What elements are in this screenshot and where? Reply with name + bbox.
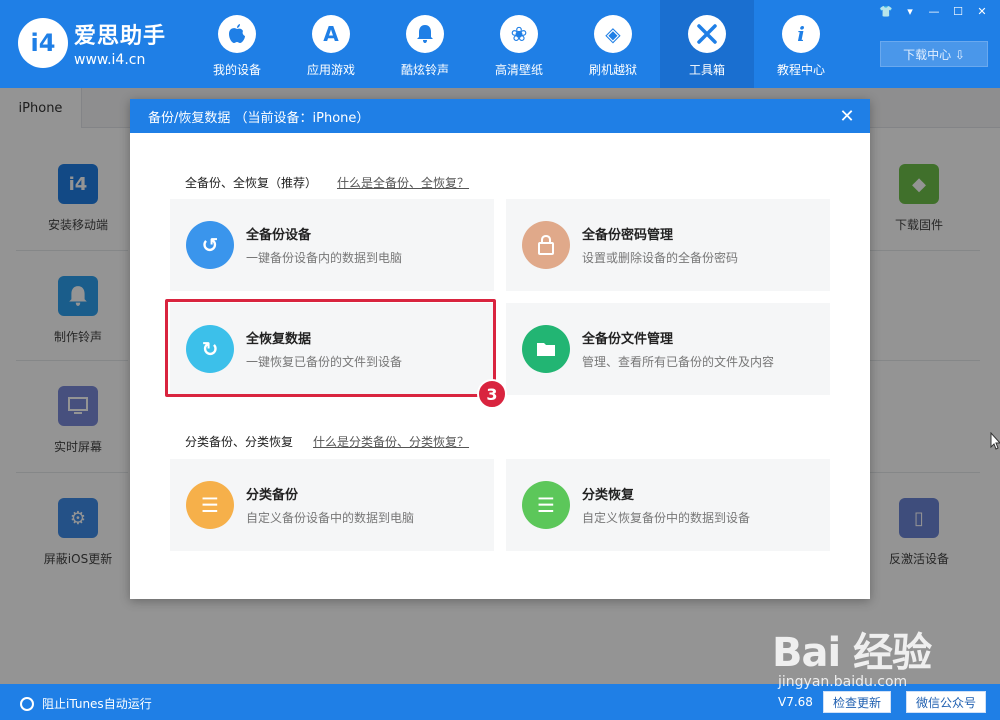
nav-tutorials[interactable]: i 教程中心 [754, 0, 848, 88]
block-itunes-toggle[interactable]: 阻止iTunes自动运行 [20, 695, 152, 712]
nav-my-device[interactable]: 我的设备 [190, 0, 284, 88]
dialog-title-bar: 备份/恢复数据 （当前设备：iPhone） ✕ [130, 99, 870, 133]
maximize-icon[interactable]: ☐ [948, 4, 968, 18]
app-header: i4 爱思助手 www.i4.cn 我的设备 A 应用游戏 酷炫铃声 ❀ 高清壁… [0, 0, 1000, 88]
step-badge: 3 [477, 379, 507, 409]
card-category-restore[interactable]: ☰ 分类恢复 自定义恢复备份中的数据到设备 [506, 459, 830, 551]
app-logo: i4 爱思助手 www.i4.cn [18, 18, 166, 68]
menu-dropdown-icon[interactable]: ▾ [900, 4, 920, 18]
help-link-category-backup[interactable]: 什么是分类备份、分类恢复？ [313, 433, 469, 450]
dialog-title: 备份/恢复数据 （当前设备：iPhone） [148, 110, 370, 126]
nav-ringtones[interactable]: 酷炫铃声 [378, 0, 472, 88]
info-icon: i [782, 15, 820, 53]
watermark-logo: Bai 经验 [772, 630, 932, 676]
backup-clock-icon: ↺ [186, 221, 234, 269]
category-backup-icon: ☰ [186, 481, 234, 529]
main-nav: 我的设备 A 应用游戏 酷炫铃声 ❀ 高清壁纸 ◈ 刷机越狱 工具箱 i 教程中… [190, 0, 848, 88]
section-category-backup: 分类备份、分类恢复 什么是分类备份、分类恢复？ [185, 433, 469, 450]
card-backup-file-manager[interactable]: 全备份文件管理 管理、查看所有已备份的文件及内容 [506, 303, 830, 395]
highlight-box [165, 299, 496, 397]
check-update-button[interactable]: 检查更新 [823, 691, 891, 713]
box-icon: ◈ [594, 15, 632, 53]
i4-logo-icon: i4 [18, 18, 68, 68]
radio-icon [20, 696, 34, 711]
bell-icon [406, 15, 444, 53]
apple-icon [218, 15, 256, 53]
section-title: 全备份、全恢复（推荐） [185, 176, 318, 190]
mouse-cursor-icon [990, 432, 1000, 450]
nav-wallpapers[interactable]: ❀ 高清壁纸 [472, 0, 566, 88]
baidu-watermark: Bai 经验 jingyan.baidu.com [772, 620, 932, 690]
wechat-button[interactable]: 微信公众号 [906, 691, 986, 713]
nav-toolbox[interactable]: 工具箱 [660, 0, 754, 88]
skin-icon[interactable]: 👕 [876, 4, 896, 18]
lock-icon [522, 221, 570, 269]
minimize-icon[interactable]: — [924, 4, 944, 18]
version-label: V7.68 [778, 695, 813, 709]
section-title: 分类备份、分类恢复 [185, 435, 294, 449]
window-controls: 👕 ▾ — ☐ ✕ [876, 4, 992, 18]
download-center-button[interactable]: 下载中心 ⇩ [880, 41, 988, 67]
category-restore-icon: ☰ [522, 481, 570, 529]
dialog-close-icon[interactable]: ✕ [834, 103, 860, 129]
nav-flash-jailbreak[interactable]: ◈ 刷机越狱 [566, 0, 660, 88]
nav-apps-games[interactable]: A 应用游戏 [284, 0, 378, 88]
help-link-full-backup[interactable]: 什么是全备份、全恢复？ [337, 174, 469, 191]
folder-icon [522, 325, 570, 373]
card-full-backup[interactable]: ↺ 全备份设备 一键备份设备内的数据到电脑 [170, 199, 494, 291]
card-category-backup[interactable]: ☰ 分类备份 自定义备份设备中的数据到电脑 [170, 459, 494, 551]
app-store-icon: A [312, 15, 350, 53]
app-url: www.i4.cn [74, 52, 146, 68]
card-backup-password[interactable]: 全备份密码管理 设置或删除设备的全备份密码 [506, 199, 830, 291]
section-full-backup: 全备份、全恢复（推荐） 什么是全备份、全恢复？ [185, 174, 469, 191]
close-window-icon[interactable]: ✕ [972, 4, 992, 18]
tools-icon [688, 15, 726, 53]
flower-icon: ❀ [500, 15, 538, 53]
app-name: 爱思助手 [74, 24, 167, 49]
